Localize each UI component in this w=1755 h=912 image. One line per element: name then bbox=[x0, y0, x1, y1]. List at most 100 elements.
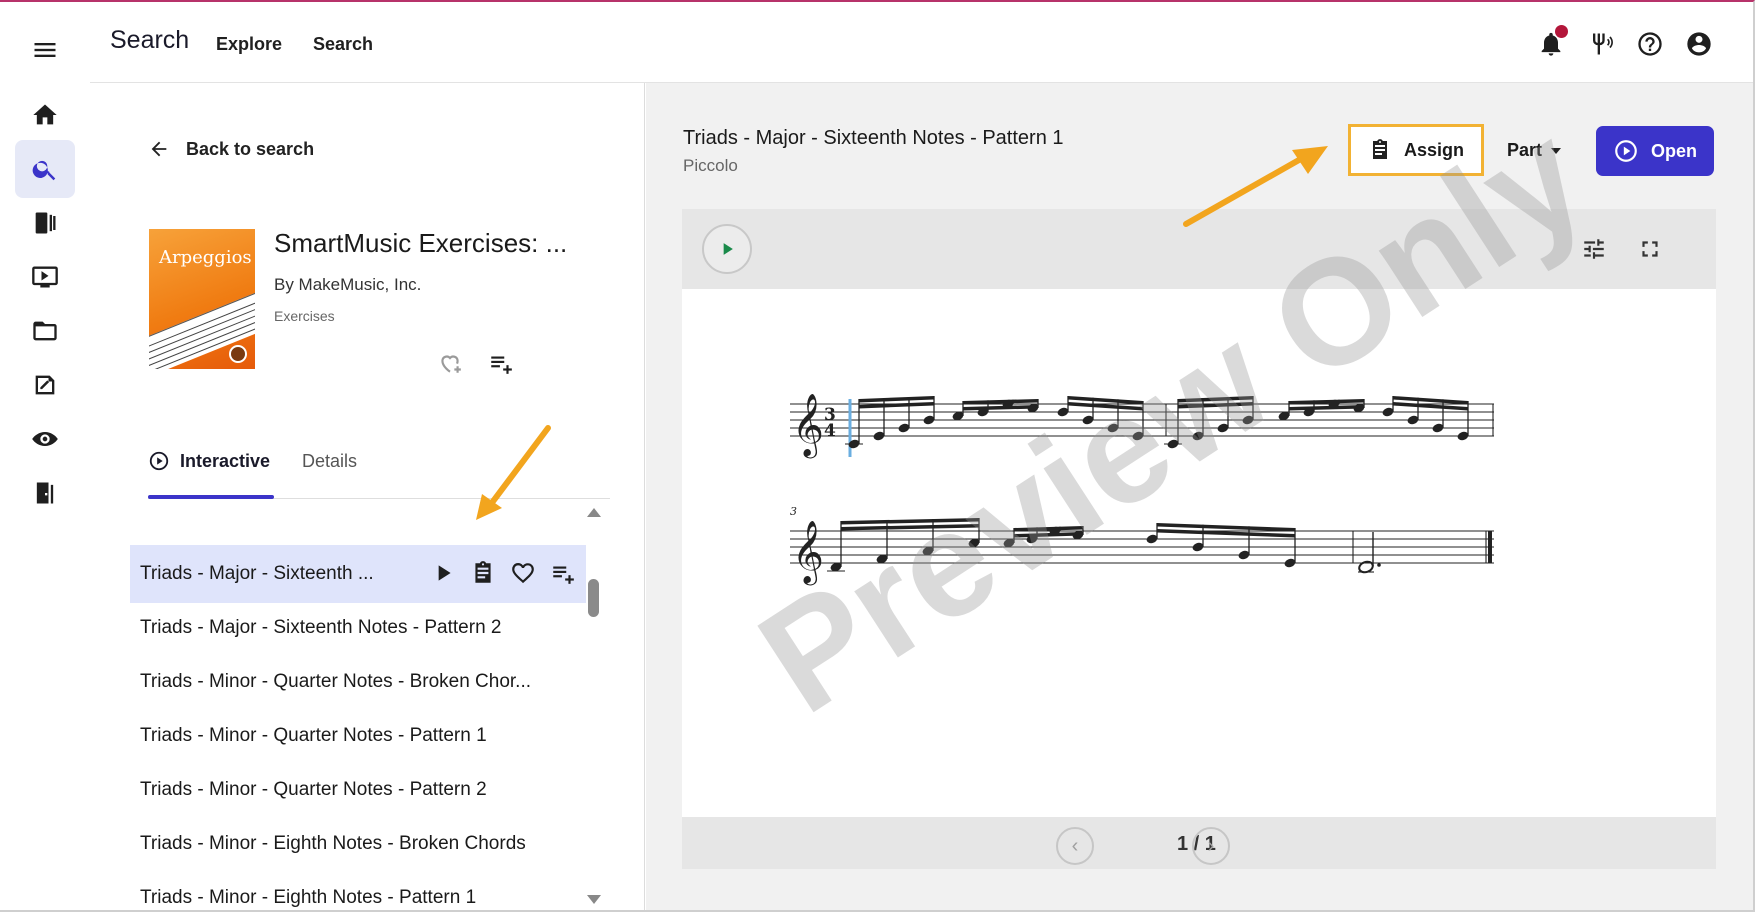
tab-interactive[interactable]: Interactive bbox=[148, 451, 270, 499]
nav-ensemble[interactable] bbox=[15, 410, 75, 468]
list-item[interactable]: Triads - Minor - Quarter Notes - Broken … bbox=[130, 653, 586, 711]
assign-item-button[interactable] bbox=[470, 560, 496, 586]
ensemble-icon bbox=[32, 432, 58, 446]
menu-button[interactable] bbox=[15, 21, 75, 79]
menu-icon bbox=[34, 43, 56, 57]
back-label: Back to search bbox=[186, 138, 315, 159]
favorite-item-button[interactable] bbox=[510, 560, 536, 586]
beam bbox=[1178, 402, 1253, 409]
list-item[interactable]: Triads - Minor - Quarter Notes - Pattern… bbox=[130, 707, 586, 765]
nav-folder[interactable] bbox=[15, 302, 75, 360]
list-item-label: Triads - Major - Sixteenth ... bbox=[140, 563, 374, 584]
open-label: Open bbox=[1650, 140, 1697, 161]
list-item[interactable]: Triads - Minor - Quarter Notes - Pattern… bbox=[130, 761, 586, 819]
fullscreen-button[interactable] bbox=[1637, 236, 1663, 262]
next-page-button[interactable]: › bbox=[1192, 827, 1230, 865]
mixer-button[interactable] bbox=[1581, 236, 1607, 262]
list-item[interactable]: Triads - Minor - Eighth Notes - Broken C… bbox=[130, 815, 586, 873]
preview-instrument: Piccolo bbox=[683, 156, 738, 175]
nav-video[interactable] bbox=[15, 248, 75, 306]
staff-2 bbox=[790, 530, 1494, 564]
scroll-up-arrow[interactable] bbox=[587, 508, 601, 517]
assign-button[interactable]: Assign bbox=[1348, 124, 1484, 176]
list-scrollbar-thumb[interactable] bbox=[588, 579, 599, 617]
help-icon bbox=[1638, 32, 1662, 56]
tab-bar: Interactive Details bbox=[148, 451, 610, 499]
notifications-button[interactable] bbox=[1537, 25, 1568, 58]
score-viewer: 𝄞 3 4 3 𝄞 ‹ 1 / 1 › bbox=[682, 209, 1716, 869]
help-button[interactable] bbox=[1636, 30, 1664, 58]
play-circle-icon bbox=[149, 451, 169, 471]
page-navigator: ‹ 1 / 1 › bbox=[682, 817, 1716, 869]
nav-door[interactable] bbox=[15, 464, 75, 522]
tuner-icon bbox=[1593, 33, 1613, 55]
tuner-button[interactable] bbox=[1586, 30, 1614, 58]
beam bbox=[859, 396, 934, 403]
previous-page-button[interactable]: ‹ bbox=[1056, 827, 1094, 865]
measure-number: 3 bbox=[790, 505, 797, 518]
top-bar: Search Explore Search bbox=[90, 2, 1753, 83]
playlist-add-icon bbox=[491, 356, 512, 374]
play-button[interactable] bbox=[430, 560, 456, 586]
nav-library[interactable] bbox=[15, 194, 75, 252]
list-item-label: Triads - Minor - Eighth Notes - Broken C… bbox=[140, 833, 526, 854]
preview-play-button[interactable] bbox=[702, 224, 752, 274]
video-icon bbox=[32, 266, 58, 288]
preview-title: Triads - Major - Sixteenth Notes - Patte… bbox=[683, 127, 1064, 149]
play-circle-icon bbox=[1615, 140, 1637, 162]
nav-search[interactable] bbox=[15, 140, 75, 198]
chevron-right-icon: › bbox=[1207, 834, 1215, 857]
tab-interactive-label: Interactive bbox=[180, 451, 271, 471]
beam bbox=[1289, 405, 1364, 411]
final-barline bbox=[1488, 531, 1492, 563]
beam bbox=[841, 518, 979, 525]
back-to-search-link[interactable]: Back to search bbox=[148, 138, 314, 160]
search-icon bbox=[32, 160, 56, 181]
scroll-down-arrow[interactable] bbox=[587, 895, 601, 904]
fullscreen-icon bbox=[1642, 241, 1658, 257]
beam bbox=[859, 402, 934, 409]
nav-search-link[interactable]: Search bbox=[313, 34, 373, 55]
play-icon bbox=[723, 243, 733, 255]
preview-panel: Triads - Major - Sixteenth Notes - Patte… bbox=[646, 83, 1753, 910]
list-item[interactable]: Triads - Major - Sixteenth Notes - Patte… bbox=[130, 599, 586, 657]
notification-badge bbox=[1555, 25, 1568, 38]
list-item[interactable]: Triads - Major - Sixteenth ... bbox=[130, 545, 586, 603]
heart-add-icon bbox=[441, 355, 461, 373]
open-button[interactable]: Open bbox=[1596, 126, 1714, 176]
favorite-book-button[interactable] bbox=[437, 350, 463, 376]
cover-title: Arpeggios bbox=[159, 247, 252, 268]
part-dropdown[interactable]: Part bbox=[1507, 140, 1562, 161]
playlist-add-icon bbox=[553, 566, 574, 584]
account-icon bbox=[1687, 32, 1711, 56]
add-book-to-playlist-button[interactable] bbox=[488, 350, 514, 376]
tab-details[interactable]: Details bbox=[302, 451, 357, 499]
app-window: Search Explore Search Back to search Arp… bbox=[0, 0, 1755, 912]
nav-assignments[interactable] bbox=[15, 356, 75, 414]
nav-home[interactable] bbox=[15, 86, 75, 144]
nav-explore[interactable]: Explore bbox=[216, 34, 282, 55]
list-item-label: Triads - Minor - Quarter Notes - Broken … bbox=[140, 671, 532, 692]
list-item[interactable]: Triads - Minor - Eighth Notes - Pattern … bbox=[130, 869, 586, 910]
staff-2-notes bbox=[827, 518, 1296, 572]
book-title: SmartMusic Exercises: ... bbox=[274, 228, 568, 258]
treble-clef: 𝄞 bbox=[792, 520, 824, 586]
add-to-playlist-button[interactable] bbox=[550, 560, 576, 586]
heart-icon bbox=[512, 562, 534, 584]
list-item-label: Triads - Major - Sixteenth Notes - Patte… bbox=[140, 617, 502, 638]
beam bbox=[963, 405, 1038, 411]
clipboard-icon bbox=[1372, 139, 1387, 159]
door-icon bbox=[36, 482, 54, 504]
sliders-icon bbox=[1584, 239, 1604, 259]
play-icon bbox=[438, 565, 451, 581]
book-cover: Arpeggios bbox=[149, 229, 255, 369]
part-label: Part bbox=[1507, 140, 1543, 160]
caret-down-icon bbox=[1551, 147, 1562, 154]
time-signature-bottom: 4 bbox=[824, 421, 836, 441]
treble-clef: 𝄞 bbox=[792, 393, 824, 459]
book-author: By MakeMusic, Inc. bbox=[274, 275, 422, 294]
clipboard-icon bbox=[475, 561, 491, 583]
account-button[interactable] bbox=[1685, 30, 1713, 58]
dot bbox=[1377, 563, 1381, 567]
page-title: Search bbox=[110, 26, 190, 54]
